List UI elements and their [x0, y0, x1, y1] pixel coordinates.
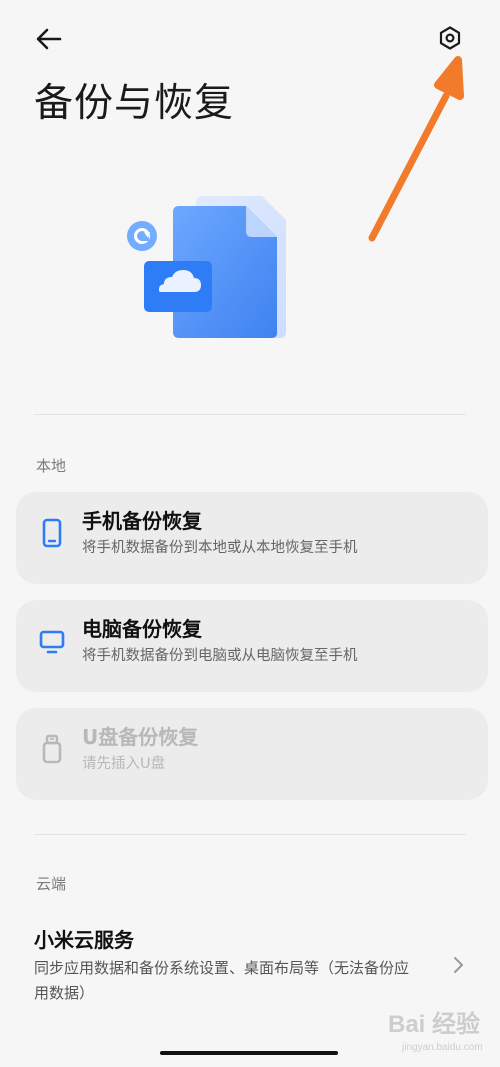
backup-illustration — [120, 188, 295, 353]
page-title: 备份与恢复 — [34, 81, 235, 126]
usb-drive-icon — [38, 733, 66, 765]
computer-backup-card[interactable]: 电脑备份恢复 将手机数据备份到电脑或从电脑恢复至手机 — [16, 600, 488, 692]
section-label-local: 本地 — [36, 457, 67, 475]
backup-restore-screen: 备份与恢复 本地 手机备份恢复 将手机数据备份到本地或从本地恢复至手机 电脑备份… — [0, 0, 500, 1067]
settings-button[interactable] — [436, 24, 464, 52]
home-indicator[interactable] — [160, 1051, 338, 1055]
divider-top — [34, 414, 466, 415]
phone-backup-title: 手机备份恢复 — [82, 509, 202, 533]
gear-icon — [439, 26, 461, 50]
annotation-arrow-icon — [368, 56, 464, 242]
computer-backup-subtitle: 将手机数据备份到电脑或从电脑恢复至手机 — [82, 648, 358, 664]
watermark-logo-text: Bai 经验 — [388, 1010, 480, 1038]
mi-cloud-service-title: 小米云服务 — [34, 928, 134, 952]
phone-icon — [38, 517, 66, 549]
watermark-url-text: jingyan.baidu.com — [401, 1042, 483, 1053]
arrow-left-icon — [36, 28, 62, 50]
mi-cloud-service-description: 同步应用数据和备份系统设置、桌面布局等（无法备份应用数据） — [34, 959, 410, 1002]
phone-backup-card[interactable]: 手机备份恢复 将手机数据备份到本地或从本地恢复至手机 — [16, 492, 488, 584]
usb-backup-title: U盘备份恢复 — [82, 725, 199, 749]
baidu-watermark: Bai 经验 jingyan.baidu.com — [386, 1002, 490, 1058]
computer-backup-title: 电脑备份恢复 — [82, 617, 202, 641]
chevron-right-icon — [452, 954, 466, 976]
phone-backup-subtitle: 将手机数据备份到本地或从本地恢复至手机 — [82, 540, 358, 556]
mi-cloud-service-item[interactable]: 小米云服务 同步应用数据和备份系统设置、桌面布局等（无法备份应用数据） — [34, 922, 474, 1006]
cloud-file-illustration-icon — [127, 196, 286, 338]
baidu-paw-watermark-icon: Bai 经验 jingyan.baidu.com — [388, 1010, 483, 1053]
divider-middle — [34, 834, 466, 835]
usb-backup-subtitle: 请先插入U盘 — [82, 756, 166, 772]
monitor-icon — [38, 625, 66, 657]
back-button[interactable] — [32, 24, 66, 54]
usb-backup-card: U盘备份恢复 请先插入U盘 — [16, 708, 488, 800]
section-label-cloud: 云端 — [36, 875, 67, 893]
